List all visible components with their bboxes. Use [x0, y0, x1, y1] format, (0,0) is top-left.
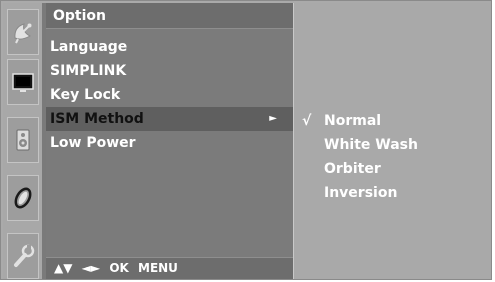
menu-item-label: Low Power — [50, 135, 136, 151]
menu-item-simplink[interactable]: SIMPLINK — [46, 59, 293, 83]
submenu-arrow-icon: ► — [269, 113, 277, 124]
ism-submenu-panel: √ Normal White Wash Orbiter Inversion — [293, 3, 491, 279]
sidebar-tile-option[interactable] — [7, 233, 39, 279]
menu-item-label: Key Lock — [50, 87, 121, 103]
clock-icon — [14, 187, 32, 209]
menu-item-low-power[interactable]: Low Power — [46, 131, 293, 155]
menu-item-language[interactable]: Language — [46, 35, 293, 59]
submenu-item-label: Normal — [324, 113, 382, 129]
sidebar-tile-time[interactable] — [7, 175, 39, 221]
leftright-arrows-icon: ◄► — [81, 261, 101, 275]
submenu-item-inversion[interactable]: Inversion — [294, 181, 490, 205]
menu-item-label: Language — [50, 39, 128, 55]
satellite-dish-icon — [14, 23, 32, 44]
menu-footer-hints: ▲▼ ◄► OK MENU — [46, 257, 293, 279]
updown-arrows-icon: ▲▼ — [54, 261, 73, 275]
wrench-icon — [14, 244, 35, 267]
submenu-item-label: Inversion — [324, 185, 398, 201]
menu-title: Option — [46, 3, 293, 29]
sidebar-tile-picture[interactable] — [7, 59, 39, 105]
speaker-icon — [16, 129, 30, 151]
checkmark-icon: √ — [302, 113, 312, 129]
menu-item-label: ISM Method — [50, 111, 144, 127]
submenu-item-white-wash[interactable]: White Wash — [294, 133, 490, 157]
sidebar-tile-setup[interactable] — [7, 9, 39, 55]
submenu-item-label: White Wash — [324, 137, 418, 153]
screen-icon — [12, 73, 34, 92]
submenu-item-label: Orbiter — [324, 161, 381, 177]
menu-hint: MENU — [138, 261, 178, 275]
sidebar-tile-audio[interactable] — [7, 117, 39, 163]
submenu-item-orbiter[interactable]: Orbiter — [294, 157, 490, 181]
osd-frame: Option Language SIMPLINK Key Lock ISM Me… — [0, 0, 492, 280]
submenu-item-normal[interactable]: √ Normal — [294, 109, 490, 133]
menu-item-key-lock[interactable]: Key Lock — [46, 83, 293, 107]
menu-item-label: SIMPLINK — [50, 63, 127, 79]
option-menu-panel: Option Language SIMPLINK Key Lock ISM Me… — [46, 3, 293, 279]
category-sidebar — [3, 3, 42, 279]
menu-item-ism-method[interactable]: ISM Method ► — [46, 107, 293, 131]
ok-hint: OK — [109, 261, 129, 275]
